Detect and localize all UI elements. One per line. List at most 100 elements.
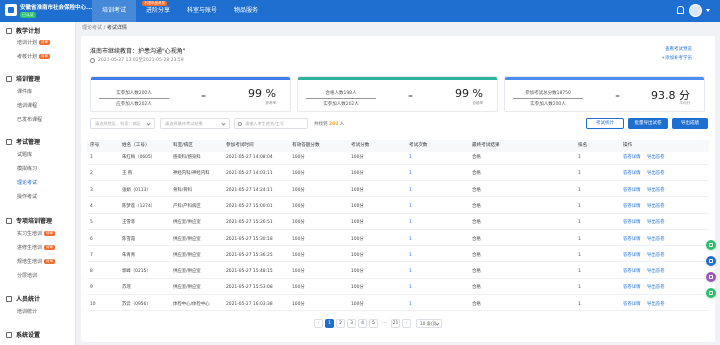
sidebar-item-resident[interactable]: 规培生培训 待审 [17,258,56,267]
view-answer-link[interactable]: 答卷详情 [623,185,641,198]
cell-result: 合格 [472,203,481,209]
page-ellipsis[interactable]: … [380,319,389,328]
export-answer-link[interactable]: 导出答卷 [647,266,665,279]
stat-bar [505,77,704,80]
sidebar-item-intern[interactable]: 实习生培训 待审 [17,230,56,239]
sidebar-group-training[interactable]: 培训管理 [6,74,40,83]
page-21[interactable]: 21 [391,319,400,328]
page-1[interactable]: 1 [325,319,334,328]
main-nav: 培训考试 进阶分享 科室与账号 物品服务 [92,0,268,22]
preview-exam-link[interactable]: 查看考试预览 [665,46,692,52]
view-answer-link[interactable]: 答卷详情 [623,217,641,230]
chat-float-button[interactable] [706,240,716,250]
cell-time: 2021-05-27 14:24:11 [226,187,273,193]
cell-count[interactable]: 1 [409,201,412,214]
export-answer-link[interactable]: 导出答卷 [647,299,665,312]
sidebar-group-special[interactable]: 专项培训管理 [6,216,52,225]
cell-count[interactable]: 1 [409,266,412,279]
sidebar-item-courses[interactable]: 培训课程 [17,102,37,111]
nav-item-training-exam[interactable]: 培训考试 [92,0,136,22]
cell-count[interactable]: 1 [409,168,412,181]
sidebar-item-question-bank[interactable]: 试题库 [17,151,32,160]
view-answer-link[interactable]: 答卷详情 [623,234,641,247]
stat-label: 参考率 [265,101,277,105]
next-page-button[interactable]: › [402,319,411,328]
view-answer-link[interactable]: 答卷详情 [623,152,641,165]
cell-count[interactable]: 1 [409,234,412,247]
page-5[interactable]: 5 [369,319,378,328]
cell-dept: 供应室/供应室 [173,252,201,258]
export-answer-link[interactable]: 导出答卷 [647,217,665,230]
result-select[interactable]: 请选择最终考试结果 [160,118,230,129]
view-answer-link[interactable]: 答卷详情 [623,266,641,279]
cell-time: 2021-05-27 15:53:08 [226,285,273,291]
cell-rank: 1 [578,236,581,242]
col-name: 姓名（工号） [122,143,150,148]
phone-float-button[interactable] [706,272,716,282]
cell-score: 100分 [351,220,364,226]
bell-icon[interactable] [677,6,684,14]
cell-rank: 1 [578,155,581,160]
sidebar-group-settings[interactable]: 系统设置 [6,330,40,339]
nav-item-services[interactable]: 物品服务 [224,0,268,22]
cell-valid: 100分 [292,220,305,226]
cell-count[interactable]: 1 [409,185,412,198]
sidebar-item-training-stats[interactable]: 培训统计 [17,308,37,317]
cell-name: 郭峰（0215） [122,269,151,275]
sidebar-item-layered[interactable]: 分层培训 [17,272,37,281]
view-answer-link[interactable]: 答卷详情 [623,201,641,214]
sidebar-group-exam[interactable]: 考试管理 [6,137,40,146]
export-answer-link[interactable]: 导出答卷 [647,168,665,181]
sidebar-item-courseware[interactable]: 课件库 [17,88,32,97]
view-answer-link[interactable]: 答卷详情 [623,168,641,181]
sidebar-item-theory-exam[interactable]: 理论考试 [17,179,37,188]
avatar[interactable] [689,4,702,17]
cell-name: 王 燕 [122,171,133,177]
cell-dept: 供应室/供应室 [173,236,201,242]
batch-export-button[interactable]: 批量导出试卷 [628,118,668,129]
page-size-select[interactable]: 10 条/页 [416,319,442,328]
view-answer-link[interactable]: 答卷详情 [623,282,641,295]
page-2[interactable]: 2 [336,319,345,328]
page-3[interactable]: 3 [347,319,356,328]
cell-count[interactable]: 1 [409,250,412,263]
add-makeup-link[interactable]: +添加补考学员 [661,55,692,61]
chevron-down-icon[interactable] [706,9,710,12]
dept-select[interactable]: 请选择院区、科室、病区 [90,118,155,129]
users-icon [6,217,12,224]
export-answer-link[interactable]: 导出答卷 [647,234,665,247]
export-answer-link[interactable]: 导出答卷 [647,201,665,214]
sidebar-item-training-plan[interactable]: 培训计划 待审 [17,39,51,48]
sidebar-item-practice[interactable]: 模拟练习 [17,165,37,174]
top-float-button[interactable] [706,288,716,298]
search-input[interactable]: 请输入考生姓名/工号 [234,118,308,129]
view-answer-link[interactable]: 答卷详情 [623,250,641,263]
logo-icon [5,4,17,16]
cell-count[interactable]: 1 [409,152,412,165]
sidebar-group-stats[interactable]: 人员统计 [6,294,40,303]
cell-count[interactable]: 1 [409,217,412,230]
view-answer-link[interactable]: 答卷详情 [623,299,641,312]
sidebar-item-exam-plan[interactable]: 考核计划 待审 [17,53,51,62]
help-float-button[interactable] [706,256,716,266]
cell-result: 合格 [472,187,481,193]
prev-page-button[interactable]: ‹ [314,319,323,328]
exam-stats-button[interactable]: 考试统计 [586,118,624,129]
page-4[interactable]: 4 [358,319,367,328]
sidebar-group-teaching-plan[interactable]: 教学计划 [6,26,40,35]
cell-score: 100分 [351,301,364,307]
cell-time: 2021-05-27 15:00:01 [226,203,273,209]
sidebar-item-advanced[interactable]: 进修生培训 待审 [17,244,56,253]
export-answer-link[interactable]: 导出答卷 [647,152,665,165]
sidebar-item-practical-exam[interactable]: 操作考试 [17,193,37,202]
breadcrumb-parent[interactable]: 理论考试 [82,25,102,31]
sidebar-item-published[interactable]: 已发布课程 [17,116,42,125]
clock-icon [90,57,95,63]
export-answer-link[interactable]: 导出答卷 [647,282,665,295]
cell-count[interactable]: 1 [409,282,412,295]
export-answer-link[interactable]: 导出答卷 [647,185,665,198]
export-answer-link[interactable]: 导出答卷 [647,250,665,263]
cell-count[interactable]: 1 [409,299,412,312]
nav-item-accounts[interactable]: 科室与账号 [180,0,224,22]
export-scores-button[interactable]: 导出成绩 [672,118,708,129]
